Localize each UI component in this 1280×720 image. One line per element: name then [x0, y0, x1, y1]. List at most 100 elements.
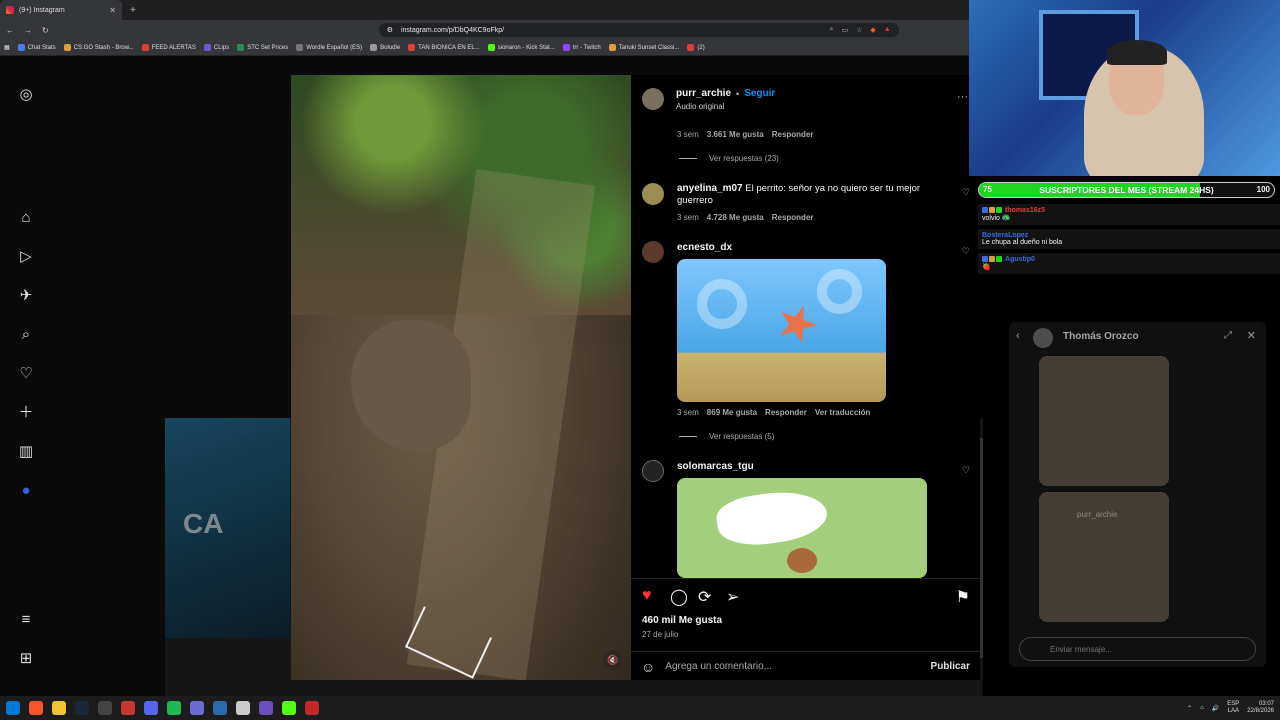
publish-button[interactable]: Publicar: [931, 661, 970, 672]
volume-icon[interactable]: 🔊: [1212, 705, 1219, 712]
mute-icon[interactable]: 🔇: [603, 650, 623, 670]
bookmark-item[interactable]: Boludle: [370, 44, 400, 51]
audio-label[interactable]: Audio original: [676, 102, 724, 111]
search-icon[interactable]: ⌕: [17, 326, 35, 344]
comment-like-icon[interactable]: ♡: [962, 187, 970, 198]
steam-icon[interactable]: [75, 701, 89, 715]
also-from-meta-icon[interactable]: ⊞: [17, 650, 35, 668]
brave-rewards-icon[interactable]: ▲: [884, 26, 891, 34]
apps-icon[interactable]: ▦: [4, 44, 10, 51]
dm-title[interactable]: Thomás Orozco: [1063, 331, 1139, 342]
reload-icon[interactable]: ↻: [42, 26, 49, 35]
comment-like-icon[interactable]: ♡: [962, 246, 970, 257]
comment-icon[interactable]: ◯: [670, 587, 688, 607]
reels-icon[interactable]: ▷: [17, 248, 35, 266]
bookmark-item[interactable]: Wordle Español (ES): [296, 44, 362, 51]
commenter-username[interactable]: anyelina_m07: [677, 183, 743, 194]
bookmark-item[interactable]: (2): [687, 44, 705, 51]
notifications-heart-icon[interactable]: ♡: [17, 365, 35, 383]
back-chevron-icon[interactable]: ‹: [1016, 330, 1020, 342]
more-menu-icon[interactable]: ≡: [17, 611, 35, 629]
file-explorer-icon[interactable]: [52, 701, 66, 715]
app-icon[interactable]: [98, 701, 112, 715]
profile-avatar[interactable]: ●: [17, 482, 35, 500]
author-username[interactable]: purr_archie: [676, 88, 731, 99]
reply-button[interactable]: Responder: [772, 213, 814, 222]
brave-browser-icon[interactable]: [29, 701, 43, 715]
create-plus-icon[interactable]: ＋: [17, 404, 35, 422]
forward-icon[interactable]: →: [24, 26, 32, 35]
clock[interactable]: 03:07 22/8/2026: [1247, 701, 1274, 715]
chrome-icon[interactable]: [121, 701, 135, 715]
address-bar[interactable]: ⚙ instagram.com/p/DbQ4KC9oFkp/ ⌕ ▭ ☆ ◆ ▲: [378, 23, 899, 37]
share-icon[interactable]: ➢: [726, 587, 739, 607]
bookmark-item[interactable]: FEED ALERTAS: [141, 44, 196, 51]
commenter-username[interactable]: ecnesto_dx: [677, 242, 732, 253]
view-replies[interactable]: Ver respuestas (23): [679, 154, 779, 163]
likes-count[interactable]: 460 mil Me gusta: [642, 615, 722, 626]
app-icon[interactable]: [213, 701, 227, 715]
dm-shared-media[interactable]: [1039, 356, 1169, 486]
comment-likes[interactable]: 4.728 Me gusta: [707, 213, 764, 222]
spotify-icon[interactable]: [167, 701, 181, 715]
tray-chevron-icon[interactable]: ⌃: [1187, 705, 1192, 712]
comment-gif-spongebob[interactable]: [677, 259, 886, 402]
bookmark-item[interactable]: Tanuki Sunset Classi...: [608, 44, 679, 51]
post-video[interactable]: 🔇: [291, 75, 631, 680]
browser-tab-instagram[interactable]: (9+) Instagram ✕: [0, 0, 122, 20]
author-avatar[interactable]: [642, 88, 664, 110]
view-replies[interactable]: Ver respuestas (5): [679, 432, 774, 441]
bookmark-item[interactable]: trr - Twitch: [562, 44, 601, 51]
app-icon[interactable]: [305, 701, 319, 715]
app-icon[interactable]: [190, 701, 204, 715]
bookmark-item[interactable]: sionaron - Kick Stat...: [487, 44, 555, 51]
dm-shared-media[interactable]: purr_archie: [1039, 492, 1169, 622]
discord-icon[interactable]: [144, 701, 158, 715]
home-icon[interactable]: ⌂: [17, 209, 35, 227]
reply-button[interactable]: Responder: [772, 130, 814, 139]
like-heart-icon[interactable]: ♥: [642, 587, 652, 605]
bookmark-star-icon[interactable]: ☆: [856, 26, 862, 34]
commenter-username[interactable]: solomarcas_tgu: [677, 461, 754, 472]
follow-button[interactable]: Seguir: [744, 88, 775, 99]
direct-messages-icon[interactable]: ✈: [17, 287, 35, 305]
comment-like-icon[interactable]: ♡: [962, 465, 970, 476]
app-icon[interactable]: [236, 701, 250, 715]
expand-icon[interactable]: ⤢: [1224, 330, 1232, 341]
comment-input[interactable]: Agrega un comentario...: [665, 661, 772, 672]
app-icon[interactable]: [259, 701, 273, 715]
more-options-icon[interactable]: ···: [957, 91, 968, 103]
comment-likes[interactable]: 869 Me gusta: [707, 408, 757, 417]
commenter-avatar[interactable]: [642, 183, 664, 205]
commenter-avatar[interactable]: [642, 241, 664, 263]
repost-icon[interactable]: ⟳: [698, 587, 711, 607]
close-icon[interactable]: ✕: [1247, 329, 1256, 342]
close-tab-icon[interactable]: ✕: [109, 6, 116, 15]
language-indicator[interactable]: ESP LAA: [1227, 701, 1239, 715]
save-bookmark-icon[interactable]: ⚑: [956, 587, 970, 607]
dm-avatar[interactable]: [1033, 328, 1053, 348]
cast-icon[interactable]: ▭: [841, 26, 848, 34]
site-info-icon[interactable]: ⚙: [387, 26, 393, 34]
instagram-logo-icon[interactable]: ◎: [17, 86, 35, 104]
bookmark-item[interactable]: CS:GO Stash - Brow...: [63, 44, 134, 51]
bookmark-item[interactable]: TAN BIONICA EN EL...: [408, 44, 480, 51]
see-translation-button[interactable]: Ver traducción: [815, 408, 871, 417]
comment-likes[interactable]: 3.661 Me gusta: [707, 130, 764, 139]
windows-start-icon[interactable]: [6, 701, 20, 715]
emoji-icon[interactable]: ☺: [641, 659, 655, 675]
network-icon[interactable]: ⌂: [1200, 705, 1204, 711]
kick-icon[interactable]: [282, 701, 296, 715]
bookmark-item[interactable]: Chat Stats: [17, 44, 56, 51]
back-icon[interactable]: ←: [6, 26, 14, 35]
dashboard-icon[interactable]: ▥: [17, 443, 35, 461]
commenter-avatar[interactable]: [642, 460, 664, 482]
brave-shield-icon[interactable]: ◆: [870, 26, 875, 34]
reply-button[interactable]: Responder: [765, 408, 807, 417]
new-tab-icon[interactable]: +: [130, 5, 136, 16]
bookmark-item[interactable]: STC Set Prices: [237, 44, 288, 51]
bookmark-item[interactable]: CLips: [203, 44, 229, 51]
zoom-icon[interactable]: ⌕: [830, 26, 834, 34]
dm-message-input[interactable]: Enviar mensaje...: [1019, 637, 1256, 661]
comment-gif-cartoon[interactable]: [677, 478, 927, 578]
